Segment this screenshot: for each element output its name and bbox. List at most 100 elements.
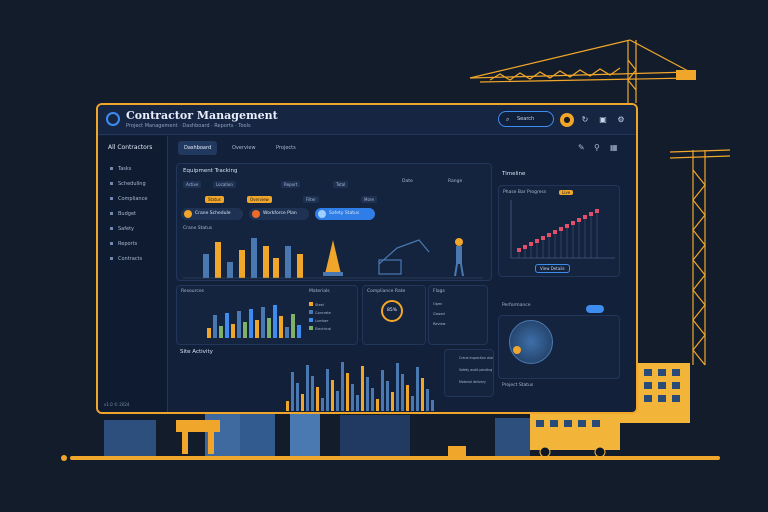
activity-bar [366, 377, 369, 411]
equipment-bar [215, 242, 221, 278]
sidebar-item-reports[interactable]: Reports [110, 241, 137, 247]
phase-mark [589, 212, 593, 216]
sidebar-heading: All Contractors [108, 144, 153, 151]
activity-bar [416, 367, 419, 411]
activity-bar [286, 401, 289, 411]
filter-chip[interactable]: Active [183, 181, 202, 188]
phase-mark [577, 218, 581, 222]
date-filter-label[interactable]: Date [402, 179, 413, 184]
alert-item[interactable]: Safety audit pending [459, 368, 492, 372]
activity-bar [411, 396, 414, 411]
calendar-icon [110, 182, 113, 185]
tasks-icon [110, 167, 113, 170]
live-badge: Live [559, 190, 574, 195]
sidebar-item-scheduling[interactable]: Scheduling [110, 181, 146, 187]
toggle-switch[interactable] [586, 305, 604, 313]
phase-progress-panel: Phase Bar Progress Live View Details [498, 185, 620, 277]
app-subtitle: Project Management · Dashboard · Reports… [126, 123, 251, 129]
site-marker-icon [513, 346, 521, 354]
equipment-title: Equipment Tracking [183, 168, 238, 174]
phase-mark [529, 242, 533, 246]
filter-chip[interactable]: Status [205, 196, 224, 203]
safety-status-pill[interactable]: Safety Status [315, 208, 375, 220]
sidebar-item-budget[interactable]: Budget [110, 211, 136, 217]
equipment-bar [285, 246, 291, 278]
filter-chip[interactable]: Overview [247, 196, 272, 203]
tab-overview[interactable]: Overview [226, 141, 262, 155]
grid-icon[interactable]: ▦ [610, 143, 618, 152]
search-input[interactable]: ⌕ Search [498, 111, 554, 127]
site-map-globe [509, 320, 553, 364]
site-activity-title: Site Activity [180, 349, 213, 355]
resource-bar [273, 305, 277, 338]
crane-schedule-pill[interactable]: Crane Schedule [181, 208, 243, 220]
range-filter-label[interactable]: Range [448, 179, 462, 184]
worker-icon [252, 210, 260, 218]
resource-bar [267, 318, 271, 338]
activity-bar [361, 366, 364, 411]
link-icon[interactable]: ⚲ [594, 143, 600, 152]
compliance-gauge: 85% [381, 300, 403, 322]
phase-mark [571, 221, 575, 225]
tab-dashboard[interactable]: Dashboard [178, 141, 218, 155]
activity-bar [291, 372, 294, 411]
filter-chip[interactable]: Filter [303, 196, 319, 203]
filter-chip[interactable]: Location [213, 181, 236, 188]
settings-icon[interactable]: ⚙ [614, 113, 628, 127]
resource-bar [237, 311, 241, 338]
phase-mark [523, 245, 527, 249]
bell-icon[interactable]: ● [560, 113, 574, 127]
sidebar-item-contracts[interactable]: Contracts [110, 256, 142, 262]
pen-icon[interactable]: ✎ [578, 143, 585, 152]
tower-crane-illustration [469, 39, 691, 103]
resources-title: Resources [181, 289, 204, 294]
phase-mark [583, 215, 587, 219]
materials-legend-title: Materials [309, 289, 330, 294]
document-icon [110, 257, 113, 260]
tab-projects[interactable]: Projects [270, 141, 302, 155]
camera-icon[interactable]: ▣ [596, 113, 610, 127]
resource-bar [249, 309, 253, 338]
filter-chip[interactable]: Report [281, 181, 301, 188]
shield-icon [318, 210, 326, 218]
resource-bar [225, 313, 229, 338]
equipment-chart [183, 238, 483, 279]
resource-bar [297, 325, 301, 338]
equipment-panel: Equipment Tracking Active Status Locatio… [176, 163, 492, 281]
phase-mark [559, 227, 563, 231]
resources-chart [207, 305, 301, 338]
sidebar-item-tasks[interactable]: Tasks [110, 166, 131, 172]
phase-progress-chart [510, 200, 615, 259]
timeline-title: Timeline [502, 171, 526, 177]
equipment-bar [239, 250, 245, 278]
activity-bar [426, 389, 429, 411]
alert-item[interactable]: Crane inspection due [459, 356, 493, 360]
activity-bar [396, 363, 399, 411]
phase-mark [547, 233, 551, 237]
crane-status-label: Crane Status [183, 226, 213, 231]
activity-bar [431, 400, 434, 411]
equipment-bar [273, 258, 279, 278]
activity-bar [341, 362, 344, 411]
chart-icon [110, 242, 113, 245]
activity-bar [371, 388, 374, 411]
activity-bar [336, 391, 339, 411]
view-details-button[interactable]: View Details [535, 264, 570, 273]
sidebar-item-safety[interactable]: Safety [110, 226, 134, 232]
alert-item[interactable]: Material delivery [459, 380, 486, 384]
filter-chip[interactable]: Total [333, 181, 349, 188]
filter-chip[interactable]: More [361, 196, 377, 203]
activity-bar [391, 392, 394, 411]
sidebar-item-compliance[interactable]: Compliance [110, 196, 147, 202]
sidebar-footer: v1.0 © 2024 [104, 402, 130, 407]
equipment-bar [251, 238, 257, 278]
refresh-icon[interactable]: ↻ [578, 113, 592, 127]
search-icon: ⌕ [506, 116, 510, 123]
activity-bar [306, 365, 309, 411]
activity-bar [326, 369, 329, 411]
workforce-plan-pill[interactable]: Workforce Plan [249, 208, 309, 220]
activity-bar [301, 394, 304, 411]
phase-mark [565, 224, 569, 228]
app-logo-icon [106, 112, 120, 126]
activity-bar [406, 385, 409, 411]
